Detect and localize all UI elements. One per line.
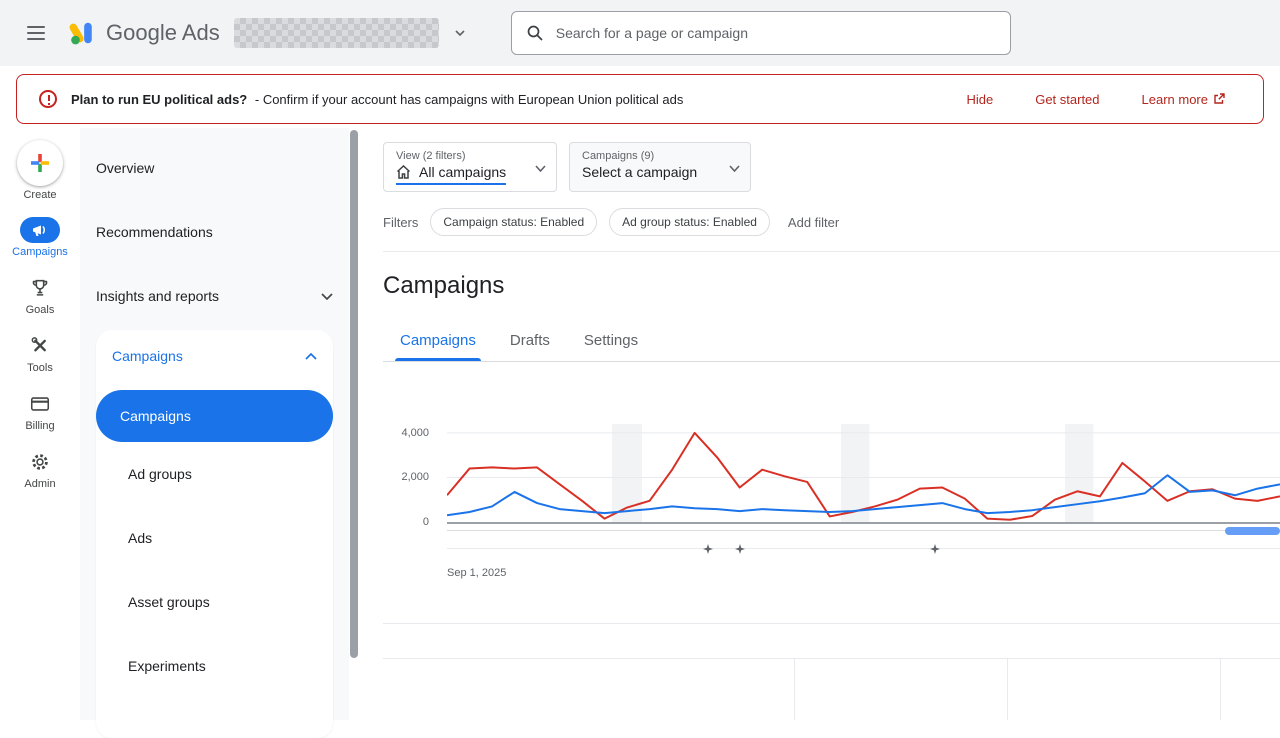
search-input[interactable]	[554, 24, 996, 42]
plus-icon	[17, 140, 63, 186]
annotation-marker-icon[interactable]	[703, 544, 713, 554]
trophy-icon	[20, 275, 60, 301]
external-link-icon	[1213, 93, 1225, 105]
sidebar-group-campaigns[interactable]: Campaigns	[96, 330, 333, 382]
chart-plot-area	[447, 424, 1280, 524]
campaigns-nav-group: Campaigns Campaigns Ad groups Ads Asset …	[96, 330, 333, 738]
table-column	[1007, 659, 1220, 720]
filters-bar: Filters Campaign status: Enabled Ad grou…	[383, 208, 1280, 236]
filters-label: Filters	[383, 215, 418, 230]
sidebar-item-recommendations[interactable]: Recommendations	[80, 200, 349, 264]
gear-icon	[20, 449, 60, 475]
billing-card-icon	[20, 391, 60, 417]
app-shell: Create Campaigns Goals	[0, 128, 1280, 720]
sidebar-item-asset-groups[interactable]: Asset groups	[96, 570, 333, 634]
chevron-down-icon	[455, 30, 465, 36]
view-filter-select[interactable]: View (2 filters) All campaigns	[383, 142, 557, 192]
sidebar-item-insights-and-reports[interactable]: Insights and reports	[80, 264, 349, 328]
filter-chip-campaign-status[interactable]: Campaign status: Enabled	[430, 208, 597, 236]
eu-political-ads-banner: Plan to run EU political ads? - Confirm …	[16, 74, 1264, 124]
banner-text: Plan to run EU political ads? - Confirm …	[71, 92, 952, 107]
sidebar-item-overview[interactable]: Overview	[80, 136, 349, 200]
y-tick-label: 0	[423, 516, 429, 528]
sidebar-item-ad-groups[interactable]: Ad groups	[96, 442, 333, 506]
hide-button[interactable]: Hide	[966, 92, 993, 107]
tools-icon	[20, 333, 60, 359]
rail-label-create: Create	[23, 189, 56, 201]
nav-sidebar: Overview Recommendations Insights and re…	[80, 128, 349, 720]
menu-icon[interactable]	[16, 13, 56, 53]
campaigns-table	[383, 623, 1280, 720]
chevron-down-icon	[729, 165, 740, 172]
rail-item-campaigns[interactable]: Campaigns	[12, 217, 68, 258]
annotation-marker-icon[interactable]	[930, 544, 940, 554]
scrollbar-thumb[interactable]	[350, 130, 358, 658]
chart-x-axis-start-label: Sep 1, 2025	[447, 567, 1280, 579]
rail-label-campaigns: Campaigns	[12, 246, 68, 258]
tab-drafts[interactable]: Drafts	[493, 322, 567, 361]
product-name: Google Ads	[106, 20, 220, 46]
tab-settings[interactable]: Settings	[567, 322, 655, 361]
error-icon	[39, 90, 57, 108]
tab-campaigns[interactable]: Campaigns	[383, 322, 493, 361]
top-app-bar: Google Ads	[0, 0, 1280, 66]
add-filter-button[interactable]: Add filter	[788, 215, 839, 230]
sidebar-item-campaigns-selected[interactable]: Campaigns	[96, 390, 333, 442]
chevron-up-icon	[305, 353, 317, 360]
learn-more-link[interactable]: Learn more	[1142, 92, 1225, 107]
page-title: Campaigns	[383, 272, 1280, 300]
sidebar-item-experiments[interactable]: Experiments	[96, 634, 333, 698]
annotation-marker-icon[interactable]	[735, 544, 745, 554]
get-started-button[interactable]: Get started	[1035, 92, 1099, 107]
rail-label-tools: Tools	[27, 362, 53, 374]
banner-actions: Hide Get started Learn more	[966, 92, 1225, 107]
main-content: View (2 filters) All campaigns Campaigns…	[359, 128, 1280, 720]
y-tick-label: 4,000	[401, 427, 429, 439]
rail-item-billing[interactable]: Billing	[20, 391, 60, 432]
rail-label-billing: Billing	[25, 420, 54, 432]
search-icon	[526, 24, 544, 42]
banner-message: - Confirm if your account has campaigns …	[255, 92, 684, 107]
filter-chip-ad-group-status[interactable]: Ad group status: Enabled	[609, 208, 770, 236]
campaign-select[interactable]: Campaigns (9) Select a campaign	[569, 142, 751, 192]
rail-item-tools[interactable]: Tools	[20, 333, 60, 374]
banner-title: Plan to run EU political ads?	[71, 92, 247, 107]
chart-annotation-track	[447, 543, 1280, 555]
icon-rail: Create Campaigns Goals	[0, 128, 80, 720]
home-icon	[396, 165, 411, 179]
annotation-track-line	[447, 548, 1280, 549]
sidebar-item-ads[interactable]: Ads	[96, 506, 333, 570]
performance-chart: 0 2,000 4,000 Sep 1, 2025	[383, 424, 1280, 579]
campaigns-megaphone-icon	[20, 217, 60, 243]
chart-scrollbar-track	[447, 530, 1280, 531]
account-name-redacted	[234, 18, 439, 48]
table-column	[383, 659, 794, 720]
y-tick-label: 2,000	[401, 471, 429, 483]
create-button[interactable]: Create	[17, 140, 63, 201]
google-ads-logo-icon	[68, 20, 96, 46]
rail-item-admin[interactable]: Admin	[20, 449, 60, 490]
tab-bar: Campaigns Drafts Settings	[383, 322, 1280, 362]
account-switcher[interactable]	[234, 18, 465, 48]
chart-series-svg	[447, 424, 1280, 522]
divider	[383, 251, 1280, 252]
global-search[interactable]	[511, 11, 1011, 55]
table-header-row	[383, 658, 1280, 720]
table-column	[1220, 659, 1280, 720]
rail-item-goals[interactable]: Goals	[20, 275, 60, 316]
table-column	[794, 659, 1007, 720]
chart-scrollbar-thumb[interactable]	[1225, 527, 1280, 535]
rail-label-admin: Admin	[24, 478, 55, 490]
chevron-down-icon	[535, 165, 546, 172]
sidebar-scrollbar	[349, 128, 359, 720]
rail-label-goals: Goals	[26, 304, 55, 316]
chevron-down-icon	[321, 293, 333, 300]
chart-y-axis: 02,0004,000	[383, 424, 437, 522]
scope-selectors: View (2 filters) All campaigns Campaigns…	[383, 142, 1280, 192]
chart-scrollbar	[447, 527, 1280, 535]
